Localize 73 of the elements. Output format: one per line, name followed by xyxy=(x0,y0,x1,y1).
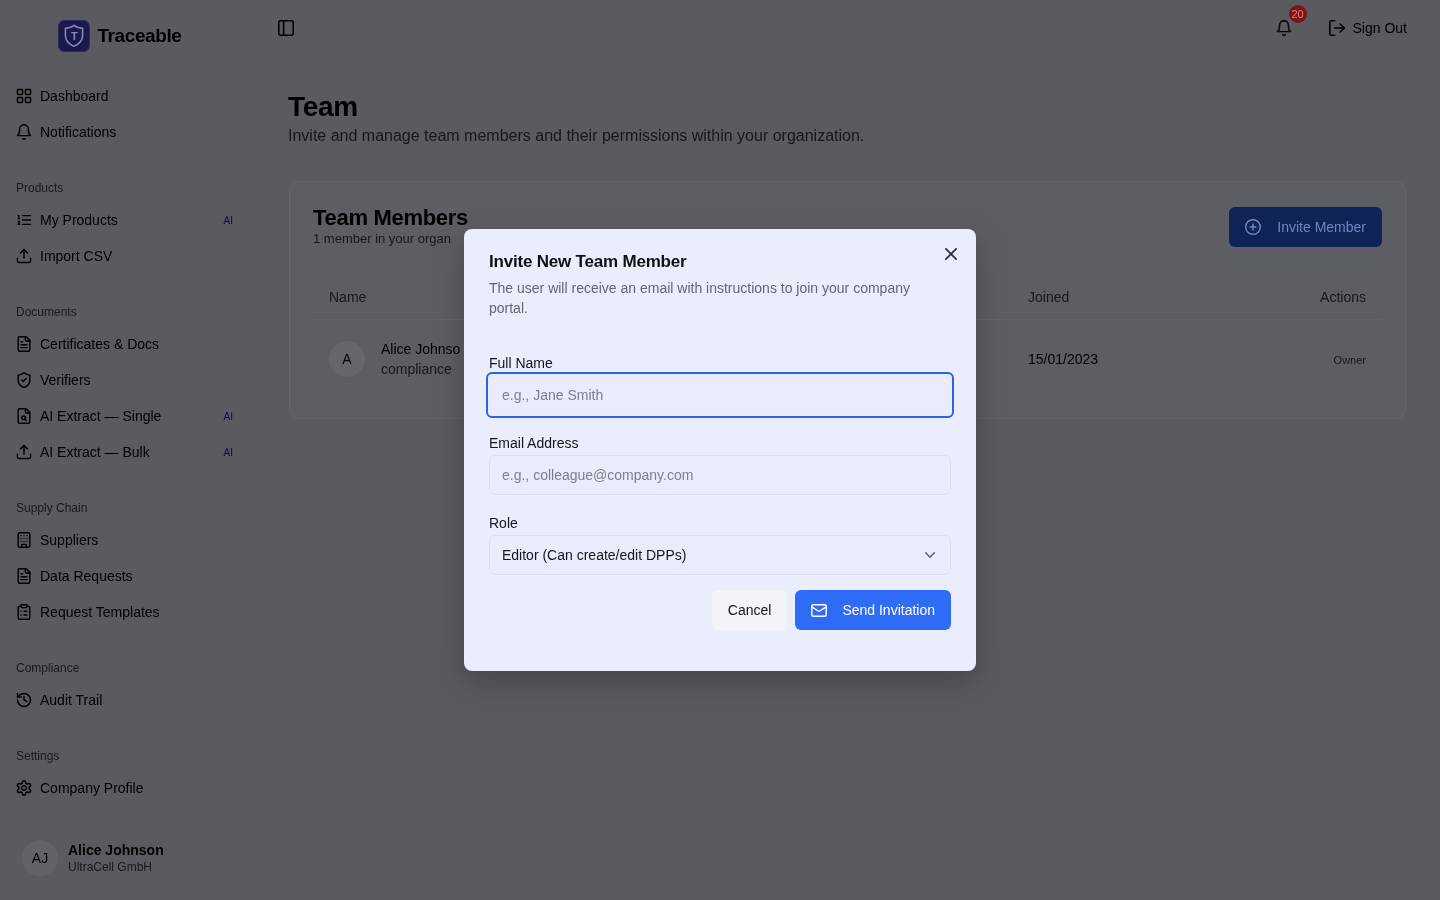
bell-icon xyxy=(1275,20,1292,36)
notification-count-badge: 20 xyxy=(1288,5,1307,23)
sign-out-icon xyxy=(1328,20,1345,36)
logo-mark: T xyxy=(58,20,91,52)
envelope-icon xyxy=(811,603,828,617)
sidebar-toggle-button[interactable] xyxy=(278,20,294,36)
settings-icon xyxy=(16,780,32,796)
member-email: compliance xyxy=(381,360,453,379)
sidebar-section-heading: Supply Chain xyxy=(16,500,89,516)
document-icon xyxy=(16,568,32,584)
building-icon xyxy=(16,532,32,548)
sidebar-item[interactable]: Suppliers xyxy=(16,522,240,558)
sidebar-item[interactable]: AI Extract — Bulk AI xyxy=(16,434,240,470)
member-avatar: A xyxy=(329,341,365,377)
field-label: Email Address xyxy=(489,435,580,451)
sidebar-section-heading: Products xyxy=(16,180,65,196)
brand-name: Traceable xyxy=(97,25,182,47)
upload-icon xyxy=(16,248,32,264)
page-subtitle: Invite and manage team members and their permissions within your organization. xyxy=(288,126,866,146)
notifications-button[interactable] xyxy=(1275,20,1292,36)
sidebar-item[interactable]: Dashboard xyxy=(16,78,240,114)
ai-tag: AI xyxy=(223,214,233,226)
ai-tag: AI xyxy=(223,410,233,422)
card-title: Team Members xyxy=(313,205,468,231)
panel-icon xyxy=(278,20,294,36)
clipboard-icon xyxy=(16,604,32,620)
plus-circle-icon xyxy=(1245,219,1262,235)
document-search-icon xyxy=(16,408,32,424)
sidebar-item[interactable]: Request Templates xyxy=(16,594,240,630)
upload-icon xyxy=(16,444,32,460)
sidebar-item[interactable]: Certificates & Docs xyxy=(16,326,240,362)
dialog-description: The user will receive an email with instructions to join your company portal. xyxy=(489,279,911,318)
sidebar-item[interactable]: Notifications xyxy=(16,114,240,150)
sign-out-button[interactable]: Sign Out xyxy=(1328,20,1407,36)
document-icon xyxy=(16,336,32,352)
sidebar-item[interactable]: Import CSV xyxy=(16,238,240,274)
field-label: Role xyxy=(489,515,519,531)
sidebar-item[interactable]: Data Requests xyxy=(16,558,240,594)
numbered-list-icon xyxy=(16,212,32,228)
sidebar-item[interactable]: My Products AI xyxy=(16,202,240,238)
sidebar-section-heading: Documents xyxy=(16,304,78,320)
sidebar-section-heading: Compliance xyxy=(16,660,81,676)
user-company: UltraCell GmbH xyxy=(68,859,153,875)
field-label: Full Name xyxy=(489,355,554,371)
user-name: Alice Johnson xyxy=(68,841,164,859)
shield-check-icon xyxy=(16,372,32,388)
member-count-text: 1 member in your organ xyxy=(313,231,452,247)
user-avatar: AJ xyxy=(22,840,58,876)
role-text: Owner xyxy=(1333,354,1366,366)
page-title: Team xyxy=(288,90,359,124)
input-field[interactable]: e.g., Jane Smith xyxy=(486,372,954,418)
invite-member-button[interactable]: Invite Member xyxy=(1229,207,1382,247)
bell-icon xyxy=(16,124,32,140)
chevron-down-icon xyxy=(925,552,935,558)
sidebar-item[interactable]: Audit Trail xyxy=(16,682,240,718)
close-button[interactable] xyxy=(945,248,957,260)
ai-tag: AI xyxy=(223,446,233,458)
sidebar-item[interactable]: AI Extract — Single AI xyxy=(16,398,240,434)
column-header: Actions xyxy=(1320,289,1366,305)
joined-date: 15/01/2023 xyxy=(1028,351,1099,367)
column-header: Name xyxy=(329,289,367,305)
send-invitation-button[interactable]: Send Invitation xyxy=(795,590,951,630)
sidebar-item[interactable]: Verifiers xyxy=(16,362,240,398)
dropdown-field[interactable]: Editor (Can create/edit DPPs) xyxy=(489,535,951,575)
grid-icon xyxy=(16,88,32,104)
sidebar-section-heading: Settings xyxy=(16,748,61,764)
column-header: Joined xyxy=(1028,289,1070,305)
dialog-title: Invite New Team Member xyxy=(489,251,688,273)
history-icon xyxy=(16,692,32,708)
close-icon xyxy=(945,248,957,260)
member-name: Alice Johnso xyxy=(381,340,461,359)
sidebar-item[interactable]: Company Profile xyxy=(16,770,240,806)
cancel-button[interactable]: Cancel xyxy=(711,590,788,630)
